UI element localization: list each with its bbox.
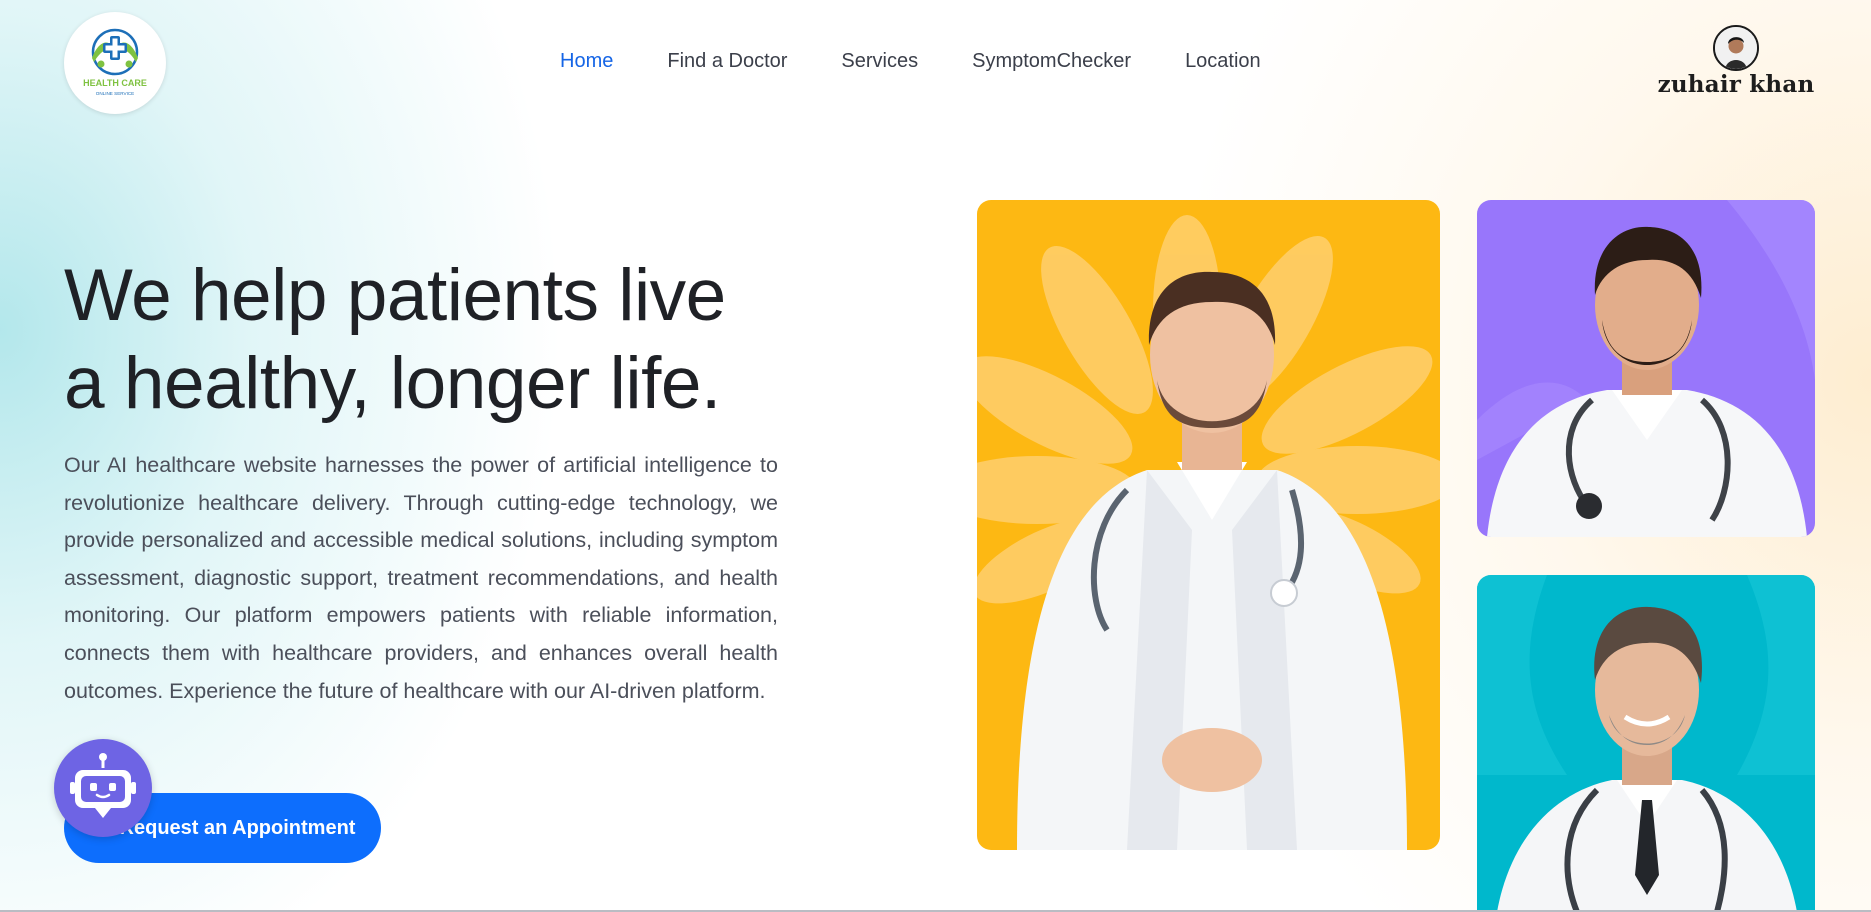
doctor-photo-senior	[1477, 575, 1815, 912]
hero-title-line-1: We help patients live	[64, 255, 726, 336]
avatar[interactable]	[1713, 25, 1759, 71]
nav-location[interactable]: Location	[1185, 50, 1261, 73]
profile-name: zuhair khan	[1657, 71, 1815, 98]
doctor-card-standing	[977, 200, 1440, 850]
page: HEALTH CARE ONLINE SERVICE Home Find a D…	[0, 0, 1871, 912]
logo-title: HEALTH CARE	[83, 78, 147, 88]
nav-find-a-doctor[interactable]: Find a Doctor	[667, 50, 787, 73]
doctor-card-senior	[1477, 575, 1815, 912]
robot-chat-icon	[70, 753, 136, 818]
doctor-photo-smiling	[1477, 200, 1815, 537]
user-avatar-icon	[1715, 27, 1757, 69]
logo-subtitle: ONLINE SERVICE	[96, 91, 134, 96]
main-nav: Home Find a Doctor Services SymptomCheck…	[560, 50, 1261, 73]
medical-cross-hands-icon: HEALTH CARE ONLINE SERVICE	[83, 28, 147, 96]
nav-home[interactable]: Home	[560, 50, 613, 73]
doctor-photo-standing	[977, 215, 1440, 850]
nav-symptom-checker[interactable]: SymptomChecker	[972, 50, 1131, 73]
user-profile[interactable]: zuhair khan	[1656, 25, 1816, 98]
doctor-card-smiling	[1477, 200, 1815, 537]
hero-title-line-2: a healthy, longer life.	[64, 343, 721, 424]
hero-description: Our AI healthcare website harnesses the …	[64, 453, 778, 703]
hero-title: We help patients live a healthy, longer …	[64, 252, 824, 428]
chatbot-button[interactable]	[54, 739, 152, 837]
nav-services[interactable]: Services	[841, 50, 918, 73]
site-logo[interactable]: HEALTH CARE ONLINE SERVICE	[64, 12, 166, 114]
